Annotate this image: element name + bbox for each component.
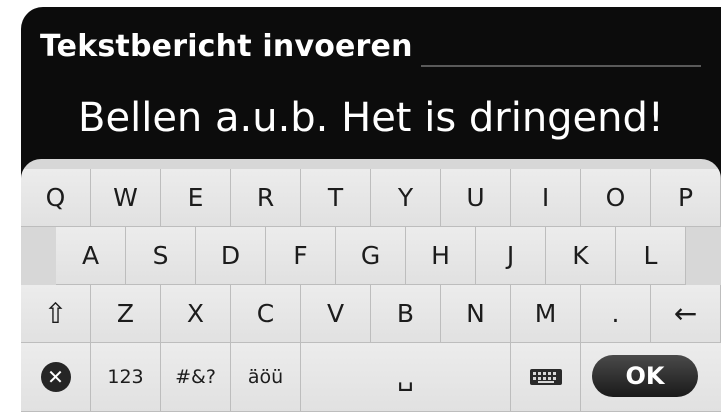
key-y[interactable]: Y <box>371 169 441 227</box>
key-j[interactable]: J <box>476 227 546 285</box>
key-h[interactable]: H <box>406 227 476 285</box>
key-g[interactable]: G <box>336 227 406 285</box>
key-n[interactable]: N <box>441 285 511 343</box>
symbols-key[interactable]: #&? <box>161 343 231 412</box>
key-s[interactable]: S <box>126 227 196 285</box>
accents-key[interactable]: äöü <box>231 343 301 412</box>
key-q[interactable]: Q <box>21 169 91 227</box>
key-k[interactable]: K <box>546 227 616 285</box>
key-c[interactable]: C <box>231 285 301 343</box>
key-z[interactable]: Z <box>91 285 161 343</box>
page-title: Tekstbericht invoeren <box>40 29 413 64</box>
message-input[interactable]: Bellen a.u.b. Het is dringend! <box>21 95 721 141</box>
key-t[interactable]: T <box>301 169 371 227</box>
numbers-key[interactable]: 123 <box>91 343 161 412</box>
shift-key[interactable]: ⇧ <box>21 285 91 343</box>
key-b[interactable]: B <box>371 285 441 343</box>
close-icon: ✕ <box>40 362 71 392</box>
backspace-key[interactable]: ← <box>651 285 721 343</box>
key-i[interactable]: I <box>511 169 581 227</box>
key-a[interactable]: A <box>56 227 126 285</box>
app-window: Tekstbericht invoeren Bellen a.u.b. Het … <box>21 7 721 412</box>
key-m[interactable]: M <box>511 285 581 343</box>
key-period[interactable]: . <box>581 285 651 343</box>
key-l[interactable]: L <box>616 227 686 285</box>
key-x[interactable]: X <box>161 285 231 343</box>
key-v[interactable]: V <box>301 285 371 343</box>
on-screen-keyboard: Q W E R T Y U I O P A S D F G H J K L ⇧ … <box>21 159 721 412</box>
key-u[interactable]: U <box>441 169 511 227</box>
key-d[interactable]: D <box>196 227 266 285</box>
key-e[interactable]: E <box>161 169 231 227</box>
key-w[interactable]: W <box>91 169 161 227</box>
title-divider <box>421 65 701 67</box>
ok-button[interactable]: OK <box>592 355 698 397</box>
key-f[interactable]: F <box>266 227 336 285</box>
keyboard-icon <box>529 369 562 385</box>
space-key[interactable]: ␣ <box>301 343 511 412</box>
keyboard-layout-button[interactable] <box>511 343 581 412</box>
cancel-button[interactable]: ✕ <box>21 343 91 412</box>
key-p[interactable]: P <box>651 169 721 227</box>
key-o[interactable]: O <box>581 169 651 227</box>
key-r[interactable]: R <box>231 169 301 227</box>
